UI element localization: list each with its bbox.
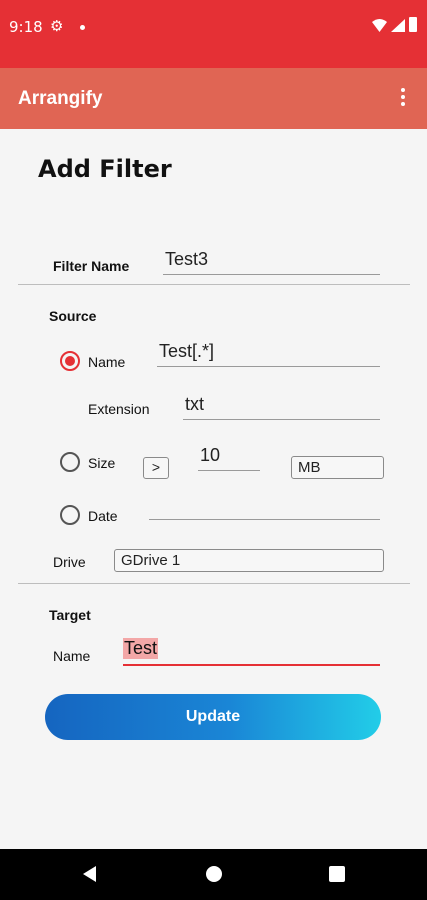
wifi-icon — [372, 19, 387, 32]
divider — [18, 284, 410, 285]
cell-signal-icon — [391, 19, 405, 32]
target-name-label: Name — [53, 648, 91, 664]
update-button[interactable]: Update — [45, 694, 381, 740]
source-name-input[interactable]: Test[.*] — [157, 341, 380, 367]
home-icon[interactable] — [206, 866, 222, 882]
notification-dot-icon — [80, 25, 85, 30]
recent-apps-icon[interactable] — [329, 866, 345, 882]
more-options-icon[interactable] — [396, 86, 410, 110]
target-heading: Target — [49, 607, 91, 623]
source-name-radio[interactable] — [60, 351, 80, 371]
filter-name-label: Filter Name — [53, 258, 130, 274]
settings-gear-icon: ⚙ — [50, 18, 64, 35]
source-size-radio[interactable] — [60, 452, 80, 472]
target-name-selected-text: Test — [123, 638, 159, 659]
status-time: 9:18 — [9, 18, 43, 36]
size-unit-select[interactable]: MB — [291, 456, 384, 479]
battery-icon — [409, 17, 417, 32]
source-date-label: Date — [88, 508, 118, 524]
filter-name-input[interactable]: Test3 — [163, 249, 380, 275]
drive-select[interactable]: GDrive 1 — [114, 549, 384, 572]
system-nav-bar — [0, 849, 427, 900]
size-value-input[interactable]: 10 — [198, 445, 260, 471]
source-name-label: Name — [88, 354, 126, 370]
date-input[interactable] — [149, 497, 380, 520]
app-title: Arrangify — [18, 88, 103, 109]
size-operator-button[interactable]: > — [143, 457, 169, 479]
back-icon[interactable] — [83, 866, 96, 882]
source-date-radio[interactable] — [60, 505, 80, 525]
source-size-label: Size — [88, 455, 116, 471]
status-bar: 9:18 ⚙ — [0, 0, 427, 68]
divider — [18, 583, 410, 584]
extension-label: Extension — [88, 401, 150, 417]
app-bar: Arrangify — [0, 68, 427, 129]
page-title: Add Filter — [38, 155, 172, 183]
target-name-input[interactable]: Test — [123, 636, 380, 666]
extension-input[interactable]: txt — [183, 394, 380, 420]
drive-label: Drive — [53, 554, 86, 570]
source-heading: Source — [49, 308, 97, 324]
